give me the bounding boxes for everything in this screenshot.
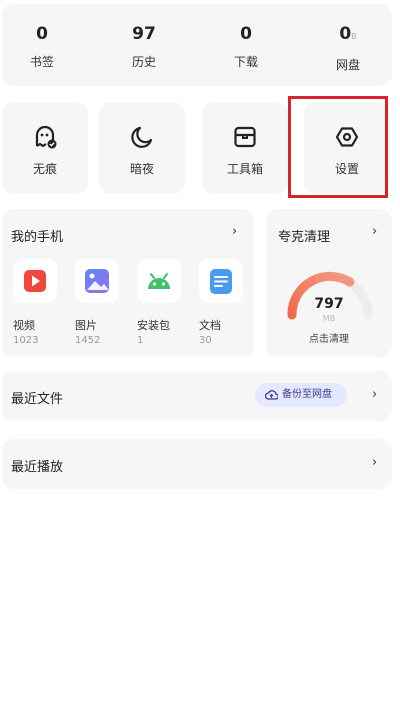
apk-tile [137, 259, 181, 303]
toolbox-icon [234, 126, 256, 148]
my-phone-title: 我的手机 [11, 230, 64, 245]
tool-night-mode[interactable]: 暗夜 [99, 102, 185, 194]
stat-cloud-unit: B [351, 32, 357, 41]
recent-files-row[interactable]: 最近文件 备份至网盘 › [2, 371, 392, 421]
phone-item-docs-count: 30 [199, 335, 212, 346]
images-tile [75, 259, 119, 303]
phone-item-docs[interactable]: 文档 30 [196, 259, 246, 346]
docs-tile [199, 259, 243, 303]
phone-item-docs-label: 文档 [199, 319, 221, 332]
stat-cloud[interactable]: 0B 网盘 [318, 24, 378, 73]
stat-downloads-label: 下载 [233, 55, 258, 69]
clean-unit: MB [322, 314, 336, 323]
stat-history-label: 历史 [131, 55, 156, 69]
phone-item-video[interactable]: 视频 1023 [10, 259, 60, 346]
moon-icon [131, 126, 153, 148]
my-phone-card[interactable]: 我的手机 › 视频 1023 图片 1452 安装包 1 文档 30 [2, 209, 254, 357]
storage-gauge [287, 271, 373, 320]
incognito-ghost-icon [35, 125, 57, 149]
video-play-icon [24, 270, 46, 292]
chevron-right-icon: › [372, 387, 378, 402]
phone-item-video-count: 1023 [13, 335, 39, 346]
phone-item-images-label: 图片 [75, 319, 97, 332]
image-icon [85, 269, 109, 293]
chevron-right-icon: › [232, 224, 238, 239]
android-icon [148, 273, 170, 289]
tool-incognito-label: 无痕 [32, 162, 57, 176]
quark-clean-title: 夸克清理 [278, 230, 331, 245]
phone-item-video-label: 视频 [13, 319, 35, 332]
stat-cloud-number: 0 [339, 24, 352, 44]
recent-play-title: 最近播放 [11, 460, 64, 475]
video-tile [13, 259, 57, 303]
clean-action[interactable]: 点击清理 [266, 330, 392, 345]
chevron-right-icon: › [372, 455, 378, 470]
clean-value: 797 [314, 296, 344, 312]
settings-highlight-box [288, 96, 388, 198]
stat-downloads-value: 0 [240, 24, 252, 44]
tool-night-mode-label: 暗夜 [129, 162, 154, 176]
phone-item-images[interactable]: 图片 1452 [72, 259, 122, 346]
phone-item-images-count: 1452 [75, 335, 101, 346]
chevron-right-icon: › [372, 224, 378, 239]
stat-history[interactable]: 97 历史 [114, 24, 174, 70]
stats-card: 0 书签 97 历史 0 下载 0B 网盘 [2, 4, 392, 86]
quark-clean-card[interactable]: 夸克清理 › 797 MB 点击清理 [266, 209, 392, 357]
phone-item-apk[interactable]: 安装包 1 [134, 259, 184, 346]
backup-to-cloud-button[interactable]: 备份至网盘 [255, 383, 347, 407]
phone-item-apk-count: 1 [137, 335, 144, 346]
stat-bookmarks[interactable]: 0 书签 [12, 24, 72, 70]
cloud-upload-icon [265, 390, 278, 400]
recent-files-title: 最近文件 [11, 392, 64, 407]
document-icon [210, 269, 232, 294]
stat-cloud-label: 网盘 [335, 58, 360, 72]
backup-to-cloud-label: 备份至网盘 [282, 389, 332, 400]
phone-item-apk-label: 安装包 [137, 319, 170, 332]
tool-toolbox-label: 工具箱 [226, 162, 263, 176]
tool-toolbox[interactable]: 工具箱 [202, 102, 288, 194]
stat-bookmarks-label: 书签 [29, 55, 54, 69]
stat-cloud-value: 0B [318, 24, 378, 47]
stat-downloads[interactable]: 0 下载 [216, 24, 276, 70]
stat-history-value: 97 [132, 24, 156, 44]
stat-bookmarks-value: 0 [36, 24, 48, 44]
recent-play-row[interactable]: 最近播放 › [2, 439, 392, 489]
tool-incognito[interactable]: 无痕 [2, 102, 88, 194]
